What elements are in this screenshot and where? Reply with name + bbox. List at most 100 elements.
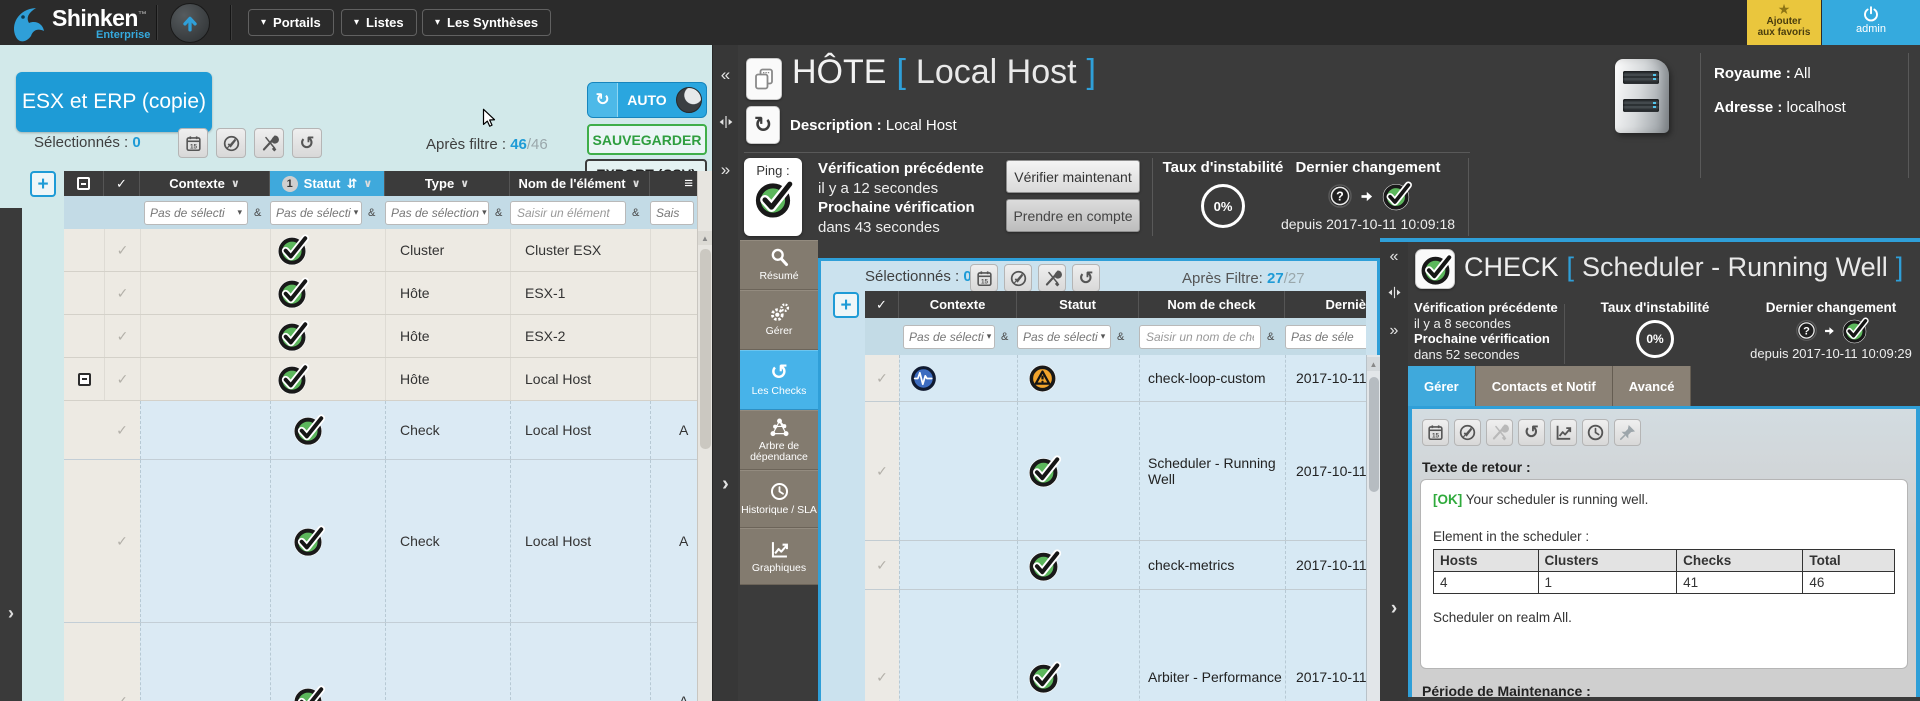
elements-table-scrollbar[interactable]: ▲ xyxy=(697,171,712,701)
tools-button[interactable] xyxy=(1038,264,1066,292)
tab-historique-sla[interactable]: Historique / SLA xyxy=(740,470,818,528)
filter-type-select[interactable]: Pas de sélection▾ xyxy=(385,201,489,225)
user-menu-button[interactable]: admin xyxy=(1822,0,1920,45)
tab-les-checks[interactable]: ↺Les Checks xyxy=(740,350,818,410)
column-contexte[interactable]: Contexte∨ xyxy=(140,171,270,196)
filter-contexte-select[interactable]: Pas de sélecti▾ xyxy=(903,325,995,349)
planning-button[interactable]: 15 xyxy=(970,264,998,292)
filter-nom-input[interactable] xyxy=(1139,325,1261,349)
check-row-check-metrics[interactable]: ✓ check-metrics 2017-10-11 1 xyxy=(865,541,1366,590)
tools-button[interactable] xyxy=(254,128,284,158)
select-all-header[interactable]: ✓ xyxy=(865,291,899,318)
scrollbar-thumb[interactable] xyxy=(1369,377,1379,492)
resize-handle-icon[interactable] xyxy=(1380,284,1408,306)
row-check[interactable]: ✓ xyxy=(865,402,899,540)
table-row-esx-2[interactable]: ✓ Hôte ESX-2 xyxy=(64,315,697,358)
expand-panel-button[interactable]: › xyxy=(1380,598,1408,620)
column-type[interactable]: Type∨ xyxy=(385,171,510,196)
column-statut[interactable]: Statut xyxy=(1017,291,1139,318)
view-title-button[interactable]: ESX et ERP (copie) xyxy=(16,72,212,132)
tab-contacts-et-notif[interactable]: Contacts et Notif xyxy=(1476,366,1613,406)
recheck-button[interactable]: ↺ xyxy=(1072,264,1100,292)
filter-nom-input[interactable] xyxy=(510,201,626,225)
check-row-scheduler-running-well[interactable]: ✓ Scheduler - Running Well 2017-10-11 1 xyxy=(865,402,1366,541)
check-now-button[interactable]: Vérifier maintenant xyxy=(1006,160,1140,193)
filter-statut-select[interactable]: Pas de sélecti▾ xyxy=(1017,325,1111,349)
column-contexte[interactable]: Contexte xyxy=(899,291,1017,318)
acknowledge-button[interactable]: Prendre en compte xyxy=(1006,199,1140,232)
add-check-button[interactable]: + xyxy=(833,292,859,318)
filter-extra-input[interactable]: Sais xyxy=(650,201,694,225)
recheck-button[interactable]: ↺ xyxy=(292,128,322,158)
toggle-knob[interactable] xyxy=(676,87,702,113)
table-row-check-local-host[interactable]: ✓ Check Local Host A xyxy=(64,460,697,623)
tab-gerer[interactable]: Gérer xyxy=(740,290,818,350)
table-row-local-host[interactable]: ✓ Hôte Local Host xyxy=(64,358,697,401)
refresh-host-button[interactable]: ↻ xyxy=(746,106,780,144)
row-check[interactable]: ✓ xyxy=(104,460,140,622)
row-check[interactable]: ✓ xyxy=(104,315,140,357)
row-check[interactable]: ✓ xyxy=(104,401,140,459)
row-check[interactable]: ✓ xyxy=(865,590,899,701)
scroll-top-button[interactable] xyxy=(170,3,210,43)
duplicate-view-button[interactable] xyxy=(746,58,782,100)
planning-button[interactable]: 15 xyxy=(1422,419,1449,446)
graph-button[interactable] xyxy=(1550,419,1577,446)
menu-les-syntheses[interactable]: ▾Les Synthèses xyxy=(422,9,551,36)
history-button[interactable] xyxy=(1582,419,1609,446)
filter-derniere-select[interactable]: Pas de séle xyxy=(1285,325,1366,349)
row-check[interactable]: ✓ xyxy=(104,229,140,271)
table-row-esx-1[interactable]: ✓ Hôte ESX-1 xyxy=(64,272,697,315)
resize-handle-icon[interactable] xyxy=(713,113,738,136)
collapse-left-button[interactable]: « xyxy=(1380,248,1408,266)
column-derniere[interactable]: Derniè xyxy=(1285,291,1366,318)
collapse-left-button[interactable]: « xyxy=(713,65,738,85)
column-menu[interactable]: ≡ xyxy=(650,171,697,196)
name-cell: Cluster ESX xyxy=(510,229,650,271)
scrollbar-thumb[interactable] xyxy=(700,249,711,449)
acknowledge-button[interactable] xyxy=(1454,419,1481,446)
tab-arbre-de-dependance[interactable]: Arbre de dépendance xyxy=(740,410,818,470)
row-check[interactable]: ✓ xyxy=(104,358,140,400)
scroll-up-arrow[interactable]: ▲ xyxy=(1367,357,1380,371)
tab-resume[interactable]: Résumé xyxy=(740,240,818,290)
tab-graphiques[interactable]: Graphiques xyxy=(740,528,818,585)
tab-avance[interactable]: Avancé xyxy=(1613,366,1692,406)
check-row-check-loop-custom[interactable]: ✓ check-loop-custom 2017-10-11 1 xyxy=(865,355,1366,402)
save-button[interactable]: SAUVEGARDER xyxy=(587,124,707,155)
filter-contexte-select[interactable]: Pas de sélecti▾ xyxy=(144,201,248,225)
filter-statut-select[interactable]: Pas de sélecti▾ xyxy=(270,201,362,225)
expand-panel-button[interactable]: › xyxy=(713,473,738,496)
table-row-cluster-esx[interactable]: ✓ Cluster Cluster ESX xyxy=(64,229,697,272)
calendar-icon: 15 xyxy=(184,134,203,153)
add-favorites-button[interactable]: ★ Ajouter aux favoris xyxy=(1747,0,1821,45)
expand-left-panel-button[interactable]: › xyxy=(0,603,22,624)
collapse-all-header[interactable] xyxy=(64,171,104,196)
acknowledge-button[interactable] xyxy=(216,128,246,158)
row-check[interactable]: ✓ xyxy=(104,272,140,314)
column-statut-sorted[interactable]: 1Statut⇵∨ xyxy=(270,171,385,196)
tab-gerer[interactable]: Gérer xyxy=(1408,366,1476,406)
bracket: ] xyxy=(1087,53,1096,92)
table-row-check-partial[interactable]: ✓ A xyxy=(64,623,697,701)
row-check[interactable]: ✓ xyxy=(865,355,899,401)
collapse-row-button[interactable] xyxy=(64,358,104,400)
planning-button[interactable]: 15 xyxy=(178,128,208,158)
select-all-header[interactable]: ✓ xyxy=(104,171,140,196)
row-check[interactable]: ✓ xyxy=(865,541,899,589)
menu-listes[interactable]: ▾Listes xyxy=(341,9,417,36)
collapse-right-button[interactable]: » xyxy=(1380,322,1408,340)
row-check[interactable]: ✓ xyxy=(104,623,140,701)
auto-refresh-toggle[interactable]: ↻ AUTO xyxy=(587,82,707,118)
acknowledge-button[interactable] xyxy=(1004,264,1032,292)
recheck-button[interactable]: ↺ xyxy=(1518,419,1545,446)
column-nom[interactable]: Nom de l'élément∨ xyxy=(510,171,650,196)
column-nom-de-check[interactable]: Nom de check xyxy=(1139,291,1285,318)
collapse-right-button[interactable]: » xyxy=(713,160,738,180)
add-element-button[interactable]: + xyxy=(30,171,56,197)
table-row-check-local-host[interactable]: ✓ Check Local Host A xyxy=(64,401,697,460)
menu-portails[interactable]: ▾Portails xyxy=(248,9,334,36)
scroll-up-arrow[interactable]: ▲ xyxy=(698,231,712,245)
checks-table-scrollbar[interactable]: ▲ xyxy=(1366,355,1380,701)
check-row-arbiter-performance[interactable]: ✓ Arbiter - Performance 2017-10-11 1 xyxy=(865,590,1366,701)
